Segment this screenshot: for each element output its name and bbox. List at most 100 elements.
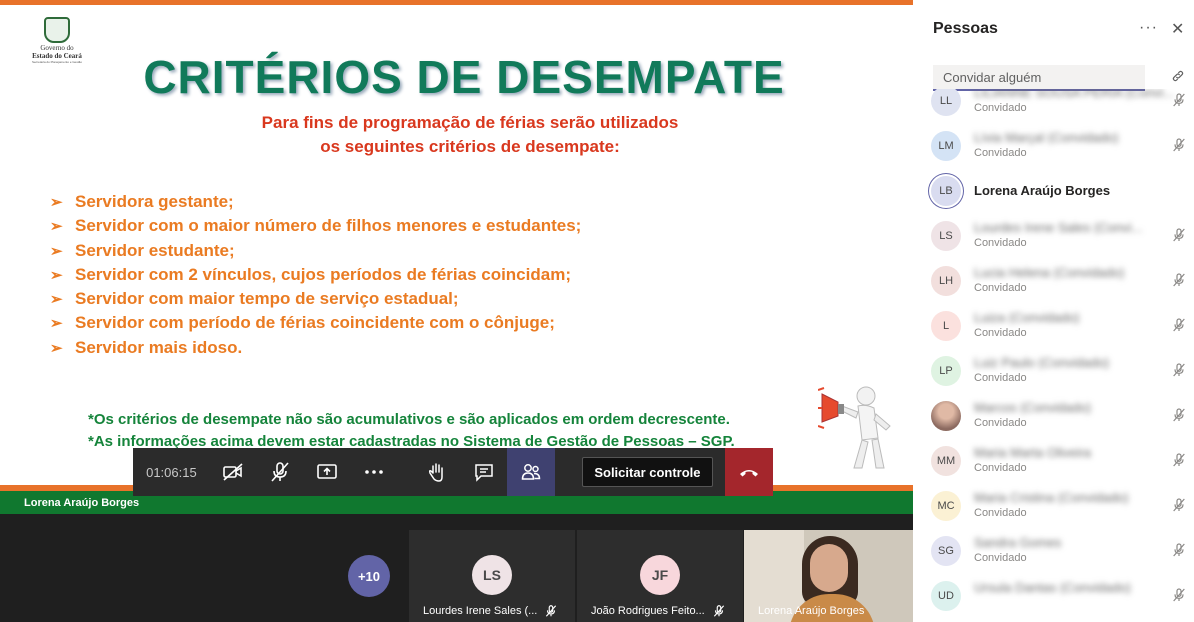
participant-row[interactable]: LL LILIANNE SOUSA PERIA (Convi... Convidad… — [913, 89, 1194, 123]
avatar — [931, 401, 961, 431]
participant-row[interactable]: LS Lourdes Irene Sales (Convi... Convidado — [913, 213, 1194, 258]
raise-hand-button[interactable] — [413, 448, 460, 496]
mic-off-icon — [1173, 93, 1185, 107]
mute-status — [1171, 362, 1187, 383]
arrow-bullet-icon: ➢ — [50, 339, 63, 357]
participant-tile[interactable]: LS Lourdes Irene Sales (... — [409, 530, 575, 622]
camera-toggle-button[interactable] — [210, 448, 257, 496]
participant-name: Maria Cristina (Convidado) — [974, 490, 1129, 505]
participant-tile-name: Lourdes Irene Sales (... — [423, 605, 538, 617]
control-separator — [555, 448, 570, 496]
participant-role: Convidado — [974, 507, 1027, 519]
criteria-item: ➢ Servidor com 2 vínculos, cujos períodos… — [50, 263, 581, 287]
criteria-text: Servidor com o maior número de filhos me… — [75, 216, 582, 236]
request-control-button[interactable]: Solicitar controle — [581, 457, 713, 487]
mic-off-icon — [1173, 138, 1185, 152]
participant-tile[interactable]: JF João Rodrigues Feito... — [577, 530, 743, 622]
avatar: SG — [931, 536, 961, 566]
criteria-text: Servidora gestante; — [75, 192, 234, 211]
participant-row[interactable]: SG Sandra Gomes Convidado — [913, 528, 1194, 573]
avatar: UD — [931, 581, 961, 611]
slide-subtitle-line-2: os seguintes critérios de desempate: — [320, 137, 620, 156]
slide-title: CRITÉRIOS DE DESEMPATE — [143, 51, 785, 103]
mic-off-icon — [1173, 453, 1185, 467]
chat-button[interactable] — [460, 448, 507, 496]
mute-status — [1171, 92, 1187, 113]
participant-row[interactable]: UD Ursula Dantas (Convidado) — [913, 573, 1194, 618]
arrow-bullet-icon: ➢ — [50, 266, 63, 284]
mute-status — [1171, 452, 1187, 473]
participants-icon — [521, 464, 541, 480]
participant-row[interactable]: L Luiza (Convidado) Convidado — [913, 303, 1194, 348]
shared-screen: Governo do Estado do Ceará Secretaria do… — [0, 0, 913, 514]
panel-more-options-icon[interactable]: ··· — [1139, 19, 1158, 37]
mute-status — [1171, 497, 1187, 518]
participant-row[interactable]: LH Lucia Helena (Convidado) Convidado — [913, 258, 1194, 303]
criteria-item: ➢ Servidor com maior tempo de serviço est… — [50, 287, 581, 311]
criteria-item: ➢ Servidora gestante; — [50, 190, 581, 214]
participant-row[interactable]: MM Maria Marta Oliveira Convidado — [913, 438, 1194, 483]
arrow-bullet-icon: ➢ — [50, 194, 63, 211]
more-options-button[interactable] — [351, 448, 398, 496]
avatar: MC — [931, 491, 961, 521]
participant-row[interactable]: LP Luiz Paulo (Convidado) Convidado — [913, 348, 1194, 393]
participant-name: Lívia Marçal (Convidado) — [974, 130, 1119, 145]
share-link-icon[interactable] — [1170, 68, 1186, 84]
participant-name: Lucia Helena (Convidado) — [974, 265, 1125, 280]
participant-row[interactable]: LB Lorena Araújo Borges — [913, 168, 1194, 213]
participant-name: Lourdes Irene Sales (Convi... — [974, 220, 1143, 235]
participant-role: Convidado — [974, 462, 1027, 474]
avatar: LB — [931, 176, 961, 206]
avatar: LP — [931, 356, 961, 386]
arrow-bullet-icon: ➢ — [50, 218, 63, 236]
hang-up-button[interactable] — [725, 448, 773, 496]
share-tray-button[interactable] — [304, 448, 351, 496]
participants-button[interactable] — [507, 448, 555, 496]
camera-off-icon — [223, 463, 243, 481]
participant-row[interactable]: MC Maria Cristina (Convidado) Convidado — [913, 483, 1194, 528]
meeting-control-bar: 01:06:15 Solicitar controle — [133, 448, 773, 496]
participant-role: Convidado — [974, 102, 1027, 114]
criteria-text: Servidor estudante; — [75, 240, 235, 260]
arrow-bullet-icon: ➢ — [50, 291, 63, 309]
mute-status — [1171, 317, 1187, 338]
people-list: LL LILIANNE SOUSA PERIA (Convi... Convidad… — [913, 89, 1194, 622]
avatar: LS — [472, 555, 512, 595]
slide-top-stripe — [0, 0, 913, 5]
close-icon[interactable]: ✕ — [1171, 19, 1184, 39]
participant-role: Convidado — [974, 417, 1027, 429]
share-tray-icon — [317, 464, 338, 479]
participant-name: Marcos (Convidado) — [974, 400, 1092, 415]
criteria-item: ➢ Servidor com período de férias coincide… — [50, 311, 581, 335]
participant-role: Convidado — [974, 282, 1027, 294]
participant-tile-name: Lorena Araújo Borges — [758, 605, 865, 617]
chat-icon — [475, 464, 493, 482]
mic-off-icon — [1173, 273, 1185, 287]
participant-row[interactable]: LM Lívia Marçal (Convidado) Convidado — [913, 123, 1194, 168]
criteria-text: Servidor mais idoso. — [75, 337, 243, 357]
mute-status — [1171, 407, 1187, 428]
slide-subtitle-line-1: Para fins de programação de férias serão… — [261, 113, 679, 132]
video-person-face — [810, 544, 848, 592]
participant-tile-name: João Rodrigues Feito... — [591, 605, 705, 617]
participant-row[interactable]: Marcos (Convidado) Convidado — [913, 393, 1194, 438]
mic-toggle-button[interactable] — [257, 448, 304, 496]
participant-name: Luiz Paulo (Convidado) — [974, 355, 1110, 370]
participant-video-tile[interactable]: Lorena Araújo Borges — [744, 530, 913, 622]
meeting-stage: Governo do Estado do Ceará Secretaria do… — [0, 0, 913, 622]
participant-role: Convidado — [974, 372, 1027, 384]
mic-off-icon — [1173, 543, 1185, 557]
participant-name: Luiza (Convidado) — [974, 310, 1080, 325]
arrow-bullet-icon: ➢ — [50, 242, 63, 260]
megaphone-mascot-icon — [818, 386, 891, 469]
invite-input[interactable] — [933, 65, 1145, 91]
more-participants-badge[interactable]: +10 — [348, 555, 390, 597]
mic-off-icon — [1173, 408, 1185, 422]
raise-hand-icon — [428, 463, 443, 482]
criteria-text: Servidor com 2 vínculos, cujos períodos … — [75, 264, 571, 284]
participant-name: Maria Marta Oliveira — [974, 445, 1092, 460]
mute-status — [1171, 272, 1187, 293]
mic-off-icon — [1173, 228, 1185, 242]
more-options-icon — [365, 470, 384, 474]
presenter-name-label: Lorena Araújo Borges — [24, 497, 140, 509]
